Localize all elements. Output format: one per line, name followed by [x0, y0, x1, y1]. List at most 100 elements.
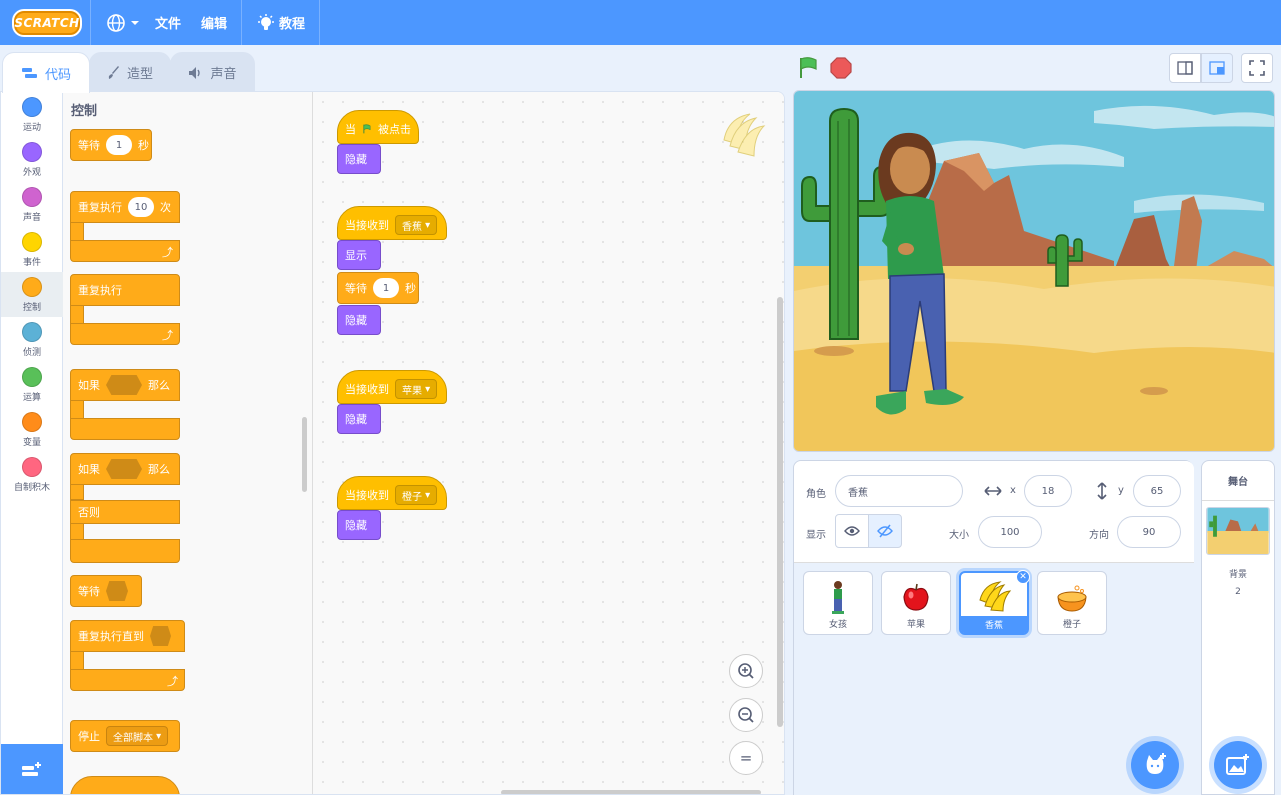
y-field[interactable]: 65: [1133, 475, 1181, 507]
block-text: 隐藏: [345, 519, 367, 532]
number-input[interactable]: 10: [128, 197, 154, 217]
scratch-logo[interactable]: SCRATCH: [12, 8, 82, 37]
tab-sounds[interactable]: 声音: [170, 52, 255, 92]
dropdown-value: 橙子: [402, 491, 422, 503]
block-text: 隐藏: [345, 413, 367, 426]
sprite-list: 女孩 苹果 ✕ 香蕉 橙子: [794, 563, 1194, 795]
block-repeat-until[interactable]: 重复执行直到: [70, 620, 185, 652]
size-field[interactable]: 100: [978, 516, 1042, 548]
block-stop[interactable]: 停止 全部脚本 ▾: [70, 720, 180, 752]
category-operators[interactable]: 运算: [1, 362, 63, 407]
dropdown-value: 全部脚本: [113, 732, 153, 744]
message-dropdown[interactable]: 苹果 ▾: [395, 379, 438, 399]
stage-selector[interactable]: 舞台 背景 2: [1201, 460, 1275, 795]
message-dropdown[interactable]: 香蕉 ▾: [395, 215, 438, 235]
block-when-receive[interactable]: 当接收到 苹果 ▾: [337, 370, 447, 404]
stage-canvas[interactable]: [793, 90, 1275, 452]
number-input[interactable]: 1: [373, 278, 399, 298]
block-repeat-until-arm: [70, 651, 84, 671]
tab-costumes-label: 造型: [126, 67, 153, 82]
small-stage-button[interactable]: [1169, 53, 1201, 83]
block-hide[interactable]: 隐藏: [337, 510, 381, 540]
sprite-thumbnail[interactable]: 苹果: [881, 571, 951, 635]
boolean-slot[interactable]: [106, 581, 128, 601]
block-if-foot: [70, 418, 180, 440]
y-value: 65: [1150, 485, 1164, 497]
category-sound[interactable]: 声音: [1, 182, 63, 227]
sprite-thumbnail-selected[interactable]: ✕ 香蕉: [959, 570, 1030, 635]
banana-sprite-watermark: [723, 113, 766, 157]
green-flag-button[interactable]: [797, 56, 821, 80]
block-repeat-until-foot: ⤴: [70, 669, 185, 691]
workspace-vertical-scrollbar[interactable]: [777, 297, 783, 727]
choose-backdrop-button[interactable]: [1214, 741, 1262, 789]
zoom-in-button[interactable]: [729, 654, 763, 688]
palette-scrollbar[interactable]: [302, 417, 307, 492]
fullscreen-button[interactable]: [1241, 53, 1273, 83]
tab-code[interactable]: 代码: [2, 52, 90, 93]
language-menu[interactable]: [99, 0, 149, 45]
block-hide[interactable]: 隐藏: [337, 305, 381, 335]
block-forever-arm: [70, 305, 84, 325]
category-variables[interactable]: 变量: [1, 407, 63, 452]
block-show[interactable]: 显示: [337, 240, 381, 270]
category-my-blocks[interactable]: 自制积木: [1, 452, 63, 497]
stop-option-dropdown[interactable]: 全部脚本 ▾: [106, 726, 169, 746]
block-when-flag-clicked[interactable]: 当 被点击: [337, 110, 419, 144]
sprite-thumbnail[interactable]: 女孩: [803, 571, 873, 635]
block-if-else-foot: [70, 539, 180, 563]
add-extension-icon: [22, 762, 41, 776]
category-sensing[interactable]: 侦测: [1, 317, 63, 362]
zoom-out-button[interactable]: [729, 698, 763, 732]
delete-sprite-button[interactable]: ✕: [1016, 570, 1030, 584]
sprite-thumbnail[interactable]: 橙子: [1037, 571, 1107, 635]
add-extension-button[interactable]: [1, 744, 63, 794]
block-when-receive[interactable]: 当接收到 香蕉 ▾: [337, 206, 447, 240]
sprite-thumbnail-label: 香蕉: [961, 616, 1027, 633]
block-text: 如果: [78, 463, 100, 476]
sprite-name-field[interactable]: 香蕉: [835, 475, 963, 507]
show-sprite-button[interactable]: [835, 514, 869, 548]
stop-button[interactable]: [829, 56, 853, 80]
block-hat-partial[interactable]: [70, 776, 180, 794]
edit-menu[interactable]: 编辑: [195, 0, 233, 45]
green-flag-icon: [363, 124, 371, 134]
choose-sprite-button[interactable]: [1131, 741, 1179, 789]
normal-stage-button[interactable]: [1201, 53, 1233, 83]
block-hide[interactable]: 隐藏: [337, 404, 381, 434]
block-text: 隐藏: [345, 314, 367, 327]
block-repeat[interactable]: 重复执行 10 次: [70, 191, 180, 223]
block-if[interactable]: 如果 那么: [70, 369, 180, 401]
zoom-reset-button[interactable]: =: [729, 741, 763, 775]
block-hide[interactable]: 隐藏: [337, 144, 381, 174]
category-menu: 运动 外观 声音 事件 控制 侦测 运算 变量 自制积木: [1, 92, 63, 794]
block-when-receive[interactable]: 当接收到 橙子 ▾: [337, 476, 447, 510]
boolean-slot[interactable]: [106, 459, 142, 479]
tutorials-menu[interactable]: 教程: [250, 0, 311, 45]
block-wait[interactable]: 等待 1 秒: [70, 129, 152, 161]
block-repeat-foot: ⤴: [70, 240, 180, 262]
file-menu[interactable]: 文件: [149, 0, 187, 45]
category-control[interactable]: 控制: [1, 272, 63, 317]
block-if-else[interactable]: 如果 那么: [70, 453, 180, 485]
eye-slash-icon: [877, 524, 893, 538]
category-dot: [22, 232, 42, 252]
block-forever[interactable]: 重复执行: [70, 274, 180, 306]
script-workspace[interactable]: 当 被点击 隐藏 当接收到 香蕉 ▾ 显示 等待 1 秒 隐藏 当接收到 苹果 …: [313, 92, 784, 794]
direction-field[interactable]: 90: [1117, 516, 1181, 548]
category-motion[interactable]: 运动: [1, 92, 63, 137]
message-dropdown[interactable]: 橙子 ▾: [395, 485, 438, 505]
number-input[interactable]: 1: [106, 135, 132, 155]
boolean-slot[interactable]: [150, 626, 171, 646]
x-field[interactable]: 18: [1024, 475, 1072, 507]
hide-sprite-button[interactable]: [868, 514, 902, 548]
workspace-horizontal-scrollbar[interactable]: [501, 790, 761, 794]
backdrop-thumbnail[interactable]: [1206, 507, 1270, 555]
block-wait-until[interactable]: 等待: [70, 575, 142, 607]
backdrops-count: 2: [1235, 587, 1241, 597]
boolean-slot[interactable]: [106, 375, 142, 395]
tab-costumes[interactable]: 造型: [89, 52, 171, 92]
block-wait[interactable]: 等待 1 秒: [337, 272, 419, 304]
category-events[interactable]: 事件: [1, 227, 63, 272]
category-looks[interactable]: 外观: [1, 137, 63, 182]
